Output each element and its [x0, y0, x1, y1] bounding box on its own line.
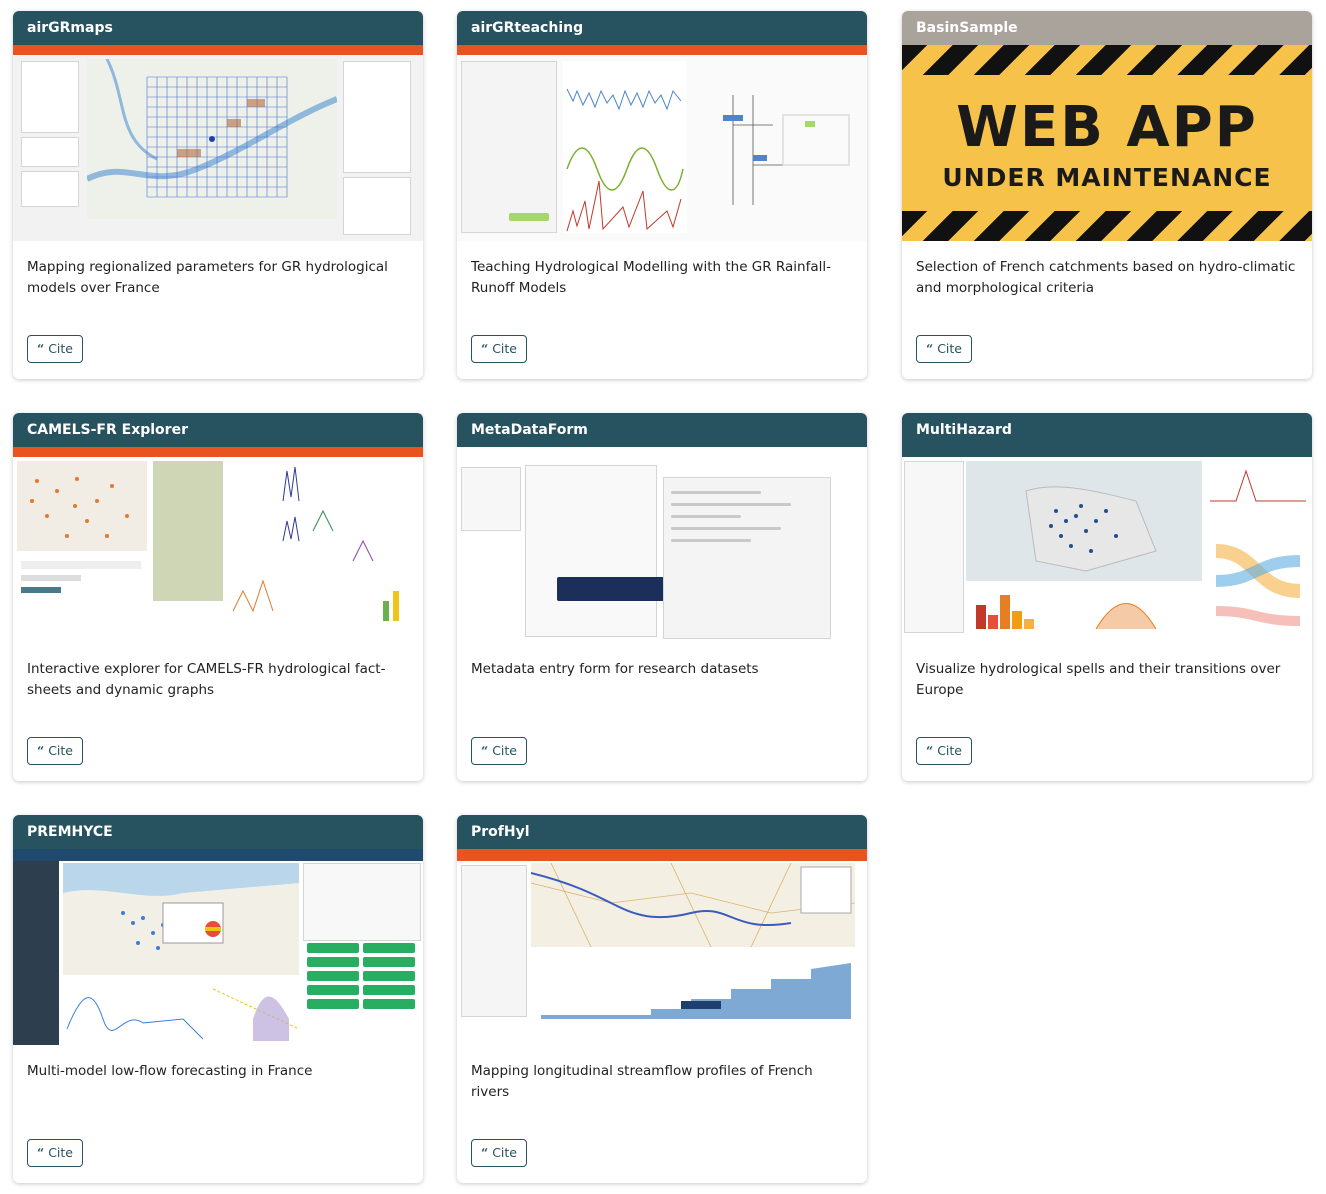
app-screenshot	[13, 45, 423, 241]
app-card-airgrteaching[interactable]: airGRteaching Teaching Hydrological Mode…	[457, 11, 867, 379]
cite-button[interactable]: “Cite	[27, 335, 83, 363]
card-title: PREMHYCE	[13, 815, 423, 849]
banner-subtitle: UNDER MAINTENANCE	[942, 163, 1272, 192]
card-description: Visualize hydrological spells and their …	[916, 661, 1281, 698]
card-title: ProfHyl	[457, 815, 867, 849]
app-screenshot	[13, 849, 423, 1045]
card-title: BasinSample	[902, 11, 1312, 45]
card-title: MetaDataForm	[457, 413, 867, 447]
app-card-airgrmaps[interactable]: airGRmaps Mapping regionalized parameter…	[13, 11, 423, 379]
cite-button[interactable]: “Cite	[27, 1139, 83, 1167]
card-description: Interactive explorer for CAMELS-FR hydro…	[27, 661, 386, 698]
cite-button[interactable]: “Cite	[471, 335, 527, 363]
card-description: Mapping longitudinal streamflow profiles…	[471, 1063, 813, 1100]
app-card-profhyl[interactable]: ProfHyl Mapping longitudinal streamflow …	[457, 815, 867, 1183]
app-card-metadataform[interactable]: MetaDataForm Metadata entry form for res…	[457, 413, 867, 781]
card-title: CAMELS-FR Explorer	[13, 413, 423, 447]
quote-icon: “	[37, 1145, 45, 1160]
card-title: airGRmaps	[13, 11, 423, 45]
quote-icon: “	[926, 743, 934, 758]
card-description: Multi-model low-flow forecasting in Fran…	[27, 1063, 313, 1079]
card-title: MultiHazard	[902, 413, 1312, 447]
app-screenshot	[457, 447, 867, 643]
card-description: Mapping regionalized parameters for GR h…	[27, 259, 388, 296]
quote-icon: “	[37, 743, 45, 758]
quote-icon: “	[37, 341, 45, 356]
app-screenshot	[457, 849, 867, 1045]
card-description: Selection of French catchments based on …	[916, 259, 1296, 296]
app-screenshot	[902, 447, 1312, 643]
app-screenshot	[457, 45, 867, 241]
card-title: airGRteaching	[457, 11, 867, 45]
cite-button[interactable]: “Cite	[471, 1139, 527, 1167]
quote-icon: “	[481, 1145, 489, 1160]
maintenance-banner: WEB APP UNDER MAINTENANCE	[902, 45, 1312, 241]
quote-icon: “	[926, 341, 934, 356]
app-screenshot	[13, 447, 423, 643]
card-description: Teaching Hydrological Modelling with the…	[471, 259, 831, 296]
app-card-premhyce[interactable]: PREMHYCE Multi-model low-flow forecastin…	[13, 815, 423, 1183]
cite-button[interactable]: “Cite	[916, 737, 972, 765]
cite-button[interactable]: “Cite	[916, 335, 972, 363]
app-card-basinsample[interactable]: BasinSample WEB APP UNDER MAINTENANCE Se…	[902, 11, 1312, 379]
quote-icon: “	[481, 743, 489, 758]
cite-button[interactable]: “Cite	[471, 737, 527, 765]
app-card-camels-fr-explorer[interactable]: CAMELS-FR Explorer Interactive explorer …	[13, 413, 423, 781]
banner-title: WEB APP	[956, 95, 1258, 160]
app-card-multihazard[interactable]: MultiHazard Visualize hydrological spell…	[902, 413, 1312, 781]
quote-icon: “	[481, 341, 489, 356]
cite-button[interactable]: “Cite	[27, 737, 83, 765]
card-description: Metadata entry form for research dataset…	[471, 661, 759, 677]
